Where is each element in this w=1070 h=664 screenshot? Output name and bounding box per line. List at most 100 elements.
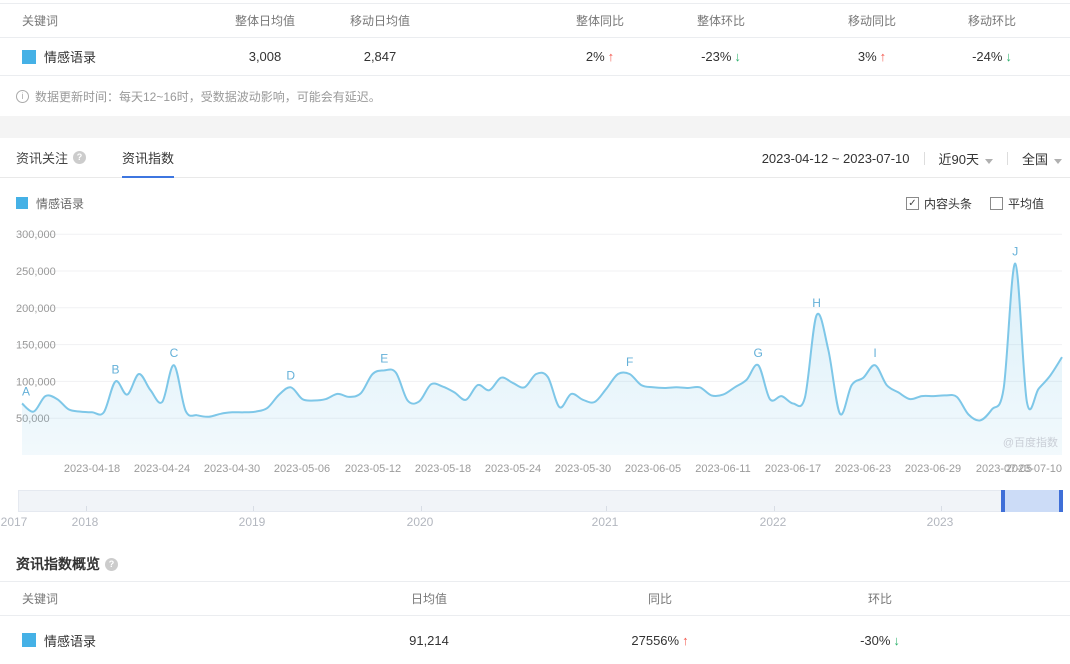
overview-header-mom: 环比 xyxy=(867,592,892,606)
x-axis-tick-label: 2023-05-06 xyxy=(273,463,331,475)
overview-heading: 资讯指数概览 ? xyxy=(0,552,1070,576)
summary-header-overall-yoy: 整体同比 xyxy=(575,14,624,28)
x-axis-tick-label: 2023-06-29 xyxy=(904,463,962,475)
x-axis-tick-label: 2023-06-11 xyxy=(695,463,751,475)
svg-text:C: C xyxy=(170,346,179,360)
chevron-down-icon xyxy=(984,158,993,164)
info-icon: i xyxy=(16,89,29,103)
overview-keyword-cell[interactable]: 情感语录 xyxy=(0,631,185,650)
mobile-mom-arrow-icon: ↓ xyxy=(1005,49,1012,64)
svg-text:I: I xyxy=(873,346,876,360)
svg-text:200,000: 200,000 xyxy=(16,303,56,315)
average-checkbox[interactable] xyxy=(989,196,1003,210)
overall-daily-avg-value: 3,008 xyxy=(248,49,282,64)
tab-news-attention-label: 资讯关注 xyxy=(16,151,69,166)
date-range-text: 2023-04-12 ~ 2023-07-10 xyxy=(761,150,910,166)
svg-text:J: J xyxy=(1012,245,1018,259)
svg-text:@百度指数: @百度指数 xyxy=(1003,435,1058,449)
overall-yoy-arrow-icon: ↑ xyxy=(607,49,615,64)
svg-text:E: E xyxy=(380,351,388,365)
filter-separator xyxy=(1006,151,1008,165)
svg-text:A: A xyxy=(22,384,30,398)
timeline-year-label: 2019 xyxy=(238,515,266,529)
svg-text:300,000: 300,000 xyxy=(16,229,56,241)
timeline-year-label: 2021 xyxy=(591,515,619,529)
svg-text:B: B xyxy=(111,362,119,376)
svg-text:F: F xyxy=(626,355,633,369)
summary-header-mobile-daily: 移动日均值 xyxy=(349,14,410,28)
brush-handle-left[interactable] xyxy=(1001,490,1005,512)
mobile-daily-avg-value: 2,847 xyxy=(363,49,397,64)
brush-tick xyxy=(421,506,422,511)
brush-tick xyxy=(606,506,607,511)
mobile-mom-value: -24% ↓ xyxy=(972,49,1012,64)
overview-data-row: 情感语录 91,214 27556% ↑ -30% ↓ xyxy=(0,616,1070,664)
keyword-label: 情感语录 xyxy=(44,50,97,65)
x-axis-tick-label: 2023-06-17 xyxy=(764,463,822,475)
overall-mom-arrow-icon: ↓ xyxy=(734,49,741,64)
x-axis-tick-label: 2023-04-24 xyxy=(133,463,191,475)
series-color-swatch xyxy=(16,197,28,209)
chart-legend-row: 情感语录 ✓ 内容头条 平均值 xyxy=(0,194,1070,212)
x-axis-labels: 2023-04-18 2023-04-24 2023-04-30 2023-05-06… xyxy=(0,461,1070,479)
keyword-color-swatch xyxy=(22,633,36,647)
x-axis-tick-label: 2023-05-30 xyxy=(554,463,612,475)
chart-tabs-bar: 资讯关注 ? 资讯指数 2023-04-12 ~ 2023-07-10 近90天… xyxy=(0,138,1070,178)
chart-filters: 2023-04-12 ~ 2023-07-10 近90天 全国 xyxy=(762,138,1062,178)
brush-track[interactable] xyxy=(18,490,1063,512)
timeline-year-label: 2023 xyxy=(926,515,954,529)
overview-header-keyword: 关键词 xyxy=(22,592,59,606)
timeline-year-label: 2022 xyxy=(759,515,787,529)
help-icon[interactable]: ? xyxy=(105,557,118,571)
summary-data-row: 情感语录 3,008 2,847 2% ↑ -23% ↓ 3% ↑ -24% ↓ xyxy=(0,38,1070,76)
timeline-year-label: 2017 xyxy=(0,515,28,529)
help-icon[interactable]: ? xyxy=(73,151,87,164)
average-label: 平均值 xyxy=(1007,196,1044,211)
x-axis-tick-label: 2023-05-24 xyxy=(484,463,542,475)
mobile-yoy-value: 3% ↑ xyxy=(857,49,887,64)
brush-handle-right[interactable] xyxy=(1059,490,1063,512)
summary-header-keyword: 关键词 xyxy=(22,14,59,28)
series-legend[interactable]: 情感语录 xyxy=(16,195,84,212)
svg-text:G: G xyxy=(754,346,763,360)
content-headlines-checkbox[interactable]: ✓ xyxy=(905,196,919,210)
svg-text:H: H xyxy=(812,296,821,310)
tab-news-index-label: 资讯指数 xyxy=(122,151,175,166)
x-axis-tick-label: 2023-06-23 xyxy=(834,463,892,475)
summary-header-row: 关键词 整体日均值 移动日均值 整体同比 整体环比 移动同比 移动环比 xyxy=(0,4,1070,38)
overview-yoy-arrow-icon: ↑ xyxy=(682,632,689,648)
baidu-index-page: { "summary_table": { "headers": ["关键词", … xyxy=(0,3,1070,663)
overview-mom-arrow-icon: ↓ xyxy=(893,632,900,648)
x-axis-tick-label: 2023-07-10 xyxy=(1005,463,1062,475)
tab-news-attention[interactable]: 资讯关注 ? xyxy=(16,138,87,178)
keyword-cell[interactable]: 情感语录 xyxy=(0,47,185,66)
x-axis-tick-label: 2023-04-18 xyxy=(63,463,121,475)
region-dropdown[interactable]: 全国 xyxy=(1022,149,1062,168)
keyword-color-swatch xyxy=(22,49,36,64)
overview-header-yoy: 同比 xyxy=(647,592,672,606)
overview-header-daily-avg: 日均值 xyxy=(410,592,447,606)
x-axis-tick-label: 2023-05-18 xyxy=(414,463,472,475)
note-text: 数据更新时间：每天12~16时，受数据波动影响，可能会有延迟。 xyxy=(35,89,381,104)
filter-separator xyxy=(923,151,925,165)
period-dropdown[interactable]: 近90天 xyxy=(939,149,993,168)
data-update-note: i 数据更新时间：每天12~16时，受数据波动影响，可能会有延迟。 xyxy=(0,76,1070,116)
brush-selection[interactable] xyxy=(1001,490,1063,512)
overview-keyword-label: 情感语录 xyxy=(44,633,97,649)
trend-chart: 50,000100,000150,000200,000250,000300,00… xyxy=(0,222,1070,461)
chevron-down-icon xyxy=(1054,158,1062,164)
summary-header-overall-daily: 整体日均值 xyxy=(234,14,295,28)
svg-text:D: D xyxy=(286,368,295,382)
summary-header-mobile-mom: 移动环比 xyxy=(967,14,1016,28)
x-axis-tick-label: 2023-06-05 xyxy=(624,463,682,475)
svg-text:150,000: 150,000 xyxy=(16,340,56,352)
tab-news-index[interactable]: 资讯指数 xyxy=(122,138,175,178)
timeline-brush xyxy=(0,490,1070,512)
overall-yoy-value: 2% ↑ xyxy=(585,49,615,64)
x-axis-tick-label: 2023-04-30 xyxy=(203,463,261,475)
section-divider-band xyxy=(0,116,1070,138)
timeline-year-labels: 2017 2018 2019 2020 2021 2022 2023 xyxy=(0,512,1070,532)
mobile-yoy-arrow-icon: ↑ xyxy=(879,49,887,64)
overview-header-row: 关键词 日均值 同比 环比 xyxy=(0,582,1070,616)
overview-yoy-value: 27556% ↑ xyxy=(631,632,689,648)
